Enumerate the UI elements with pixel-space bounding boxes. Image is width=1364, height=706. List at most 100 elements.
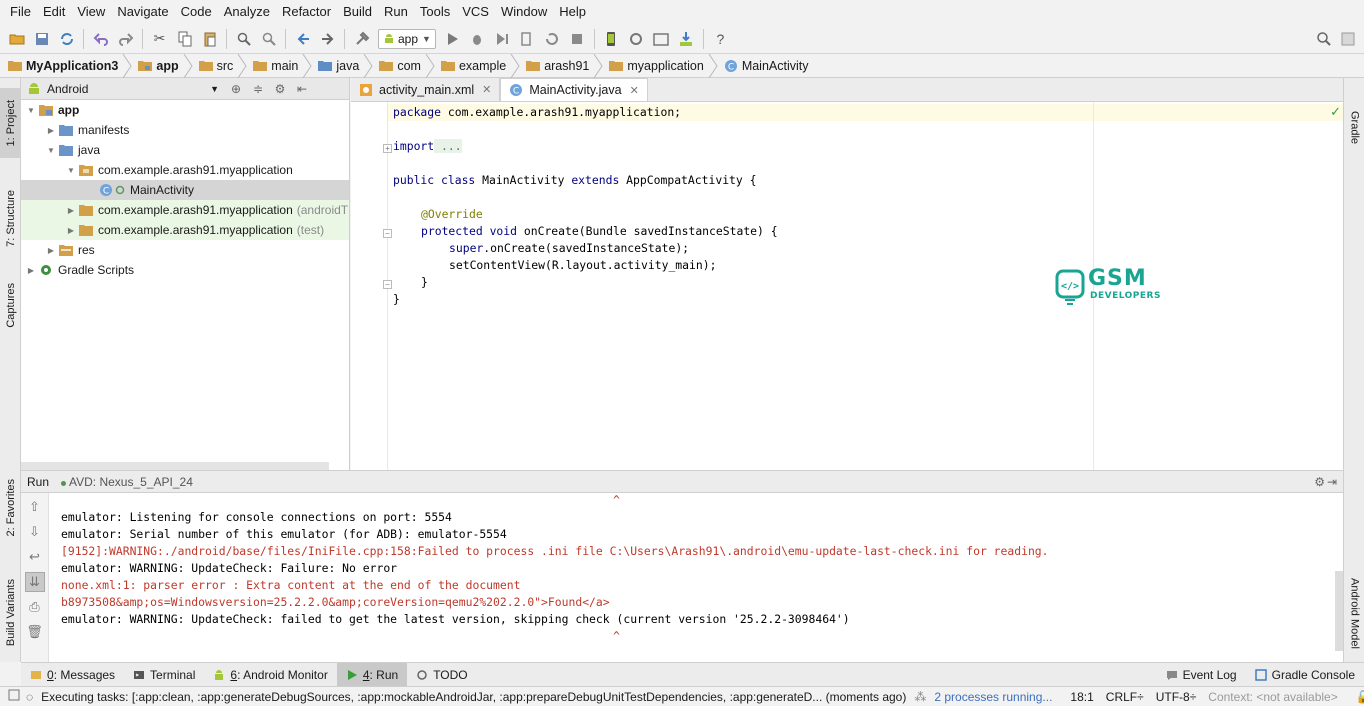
- project-view-select[interactable]: Android ▼: [27, 82, 225, 96]
- tree-item-package[interactable]: ▼ com.example.arash91.myapplication: [21, 160, 349, 180]
- tree-item-package-test[interactable]: ▶ com.example.arash91.myapplication (tes…: [21, 220, 349, 240]
- sdk-manager-icon[interactable]: [675, 28, 697, 50]
- menu-navigate[interactable]: Navigate: [111, 0, 174, 24]
- gradle-sync-icon[interactable]: [625, 28, 647, 50]
- forward-icon[interactable]: [317, 28, 339, 50]
- code-editor[interactable]: + − − package com.example.arash91.myappl…: [351, 102, 1343, 470]
- menu-edit[interactable]: Edit: [37, 0, 71, 24]
- menu-refactor[interactable]: Refactor: [276, 0, 337, 24]
- soft-wrap-icon[interactable]: ↩: [25, 547, 45, 567]
- tree-item-res[interactable]: ▶ res: [21, 240, 349, 260]
- tab-favorites[interactable]: 2: Favorites: [0, 473, 21, 543]
- tab-captures[interactable]: Captures: [0, 273, 21, 338]
- clear-all-icon[interactable]: 🗑: [25, 622, 45, 642]
- panel-toggle-icon[interactable]: [0, 689, 24, 704]
- coverage-icon[interactable]: [491, 28, 513, 50]
- menu-file[interactable]: File: [4, 0, 37, 24]
- tree-item-app[interactable]: ▼ app: [21, 100, 349, 120]
- menu-vcs[interactable]: VCS: [456, 0, 495, 24]
- tab-todo[interactable]: TODO: [407, 663, 476, 687]
- tree-item-package-androidtest[interactable]: ▶ com.example.arash91.myapplication (and…: [21, 200, 349, 220]
- breadcrumb-item[interactable]: src: [197, 53, 252, 78]
- vertical-scrollbar[interactable]: [1335, 571, 1343, 651]
- menu-code[interactable]: Code: [175, 0, 218, 24]
- gear-icon[interactable]: ⚙: [269, 78, 291, 100]
- hide-panel-icon[interactable]: ⇤: [291, 78, 313, 100]
- tab-gradle-console[interactable]: Gradle Console: [1246, 663, 1364, 687]
- help-icon[interactable]: ?: [709, 28, 731, 50]
- apply-changes-icon[interactable]: [541, 28, 563, 50]
- replace-icon[interactable]: [258, 28, 280, 50]
- expand-arrow-icon[interactable]: ▶: [43, 126, 59, 135]
- line-separator[interactable]: CRLF÷: [1100, 690, 1150, 704]
- run-icon[interactable]: [441, 28, 463, 50]
- back-icon[interactable]: [292, 28, 314, 50]
- menu-tools[interactable]: Tools: [414, 0, 456, 24]
- tab-activity-main-xml[interactable]: activity_main.xml ✕: [351, 78, 501, 101]
- run-config-select[interactable]: app ▼: [378, 28, 436, 49]
- menu-window[interactable]: Window: [495, 0, 553, 24]
- menu-help[interactable]: Help: [553, 0, 592, 24]
- open-folder-icon[interactable]: [6, 28, 28, 50]
- expand-arrow-icon[interactable]: ▶: [23, 266, 39, 275]
- tree-item-gradle-scripts[interactable]: ▶ Gradle Scripts: [21, 260, 349, 280]
- tab-android-model[interactable]: Android Model: [1344, 568, 1364, 658]
- menu-analyze[interactable]: Analyze: [218, 0, 276, 24]
- breadcrumb-item[interactable]: example: [439, 53, 524, 78]
- layout-icon[interactable]: [1337, 28, 1359, 50]
- save-all-icon[interactable]: [31, 28, 53, 50]
- tree-item-manifests[interactable]: ▶ manifests: [21, 120, 349, 140]
- gear-icon[interactable]: ⚙: [1314, 475, 1325, 489]
- menu-run[interactable]: Run: [378, 0, 414, 24]
- expand-arrow-icon[interactable]: ▶: [43, 246, 59, 255]
- tree-item-java[interactable]: ▼ java: [21, 140, 349, 160]
- breadcrumb-item[interactable]: arash91: [524, 53, 607, 78]
- attach-debugger-icon[interactable]: [516, 28, 538, 50]
- tree-item-mainactivity[interactable]: C MainActivity: [21, 180, 349, 200]
- expand-arrow-icon[interactable]: ▼: [43, 146, 59, 155]
- expand-arrow-icon[interactable]: ▶: [63, 226, 79, 235]
- breadcrumb-item[interactable]: C MainActivity: [722, 54, 813, 78]
- redo-icon[interactable]: [115, 28, 137, 50]
- processes-link[interactable]: 2 processes running...: [928, 690, 1058, 704]
- breadcrumb-item[interactable]: com: [377, 53, 439, 78]
- console-output[interactable]: ^ emulator: Listening for console connec…: [61, 493, 1331, 663]
- tab-build-variants[interactable]: Build Variants: [0, 568, 21, 658]
- print-icon[interactable]: ⎙: [25, 597, 45, 617]
- expand-arrow-icon[interactable]: ▼: [23, 106, 39, 115]
- project-structure-icon[interactable]: [650, 28, 672, 50]
- avd-manager-icon[interactable]: [600, 28, 622, 50]
- scroll-to-end-icon[interactable]: ⇊: [24, 572, 45, 592]
- target-icon[interactable]: ⊕: [225, 78, 247, 100]
- expand-arrow-icon[interactable]: ▼: [63, 166, 79, 175]
- collapse-all-icon[interactable]: ≑: [247, 78, 269, 100]
- find-icon[interactable]: [233, 28, 255, 50]
- scroll-up-icon[interactable]: ⇧: [25, 497, 45, 517]
- breadcrumb-item[interactable]: MyApplication3: [6, 53, 136, 78]
- close-icon[interactable]: ✕: [630, 84, 639, 97]
- tab-android-monitor[interactable]: 6: Android Monitor: [204, 663, 336, 687]
- breadcrumb-item[interactable]: app: [136, 53, 196, 78]
- tab-messages[interactable]: 0: Messages: [21, 663, 124, 687]
- sync-icon[interactable]: [56, 28, 78, 50]
- breadcrumb-item[interactable]: java: [316, 53, 377, 78]
- minimize-icon[interactable]: ⇥: [1327, 475, 1337, 489]
- scroll-down-icon[interactable]: ⇩: [25, 522, 45, 542]
- horizontal-scrollbar[interactable]: [21, 462, 329, 470]
- file-encoding[interactable]: UTF-8÷: [1150, 690, 1203, 704]
- tab-structure[interactable]: 7: Structure: [0, 178, 21, 258]
- close-icon[interactable]: ✕: [482, 83, 491, 96]
- make-project-icon[interactable]: [351, 28, 373, 50]
- tab-terminal[interactable]: Terminal: [124, 663, 204, 687]
- menu-build[interactable]: Build: [337, 0, 378, 24]
- debug-icon[interactable]: [466, 28, 488, 50]
- search-everywhere-icon[interactable]: [1313, 28, 1335, 50]
- tab-mainactivity-java[interactable]: C MainActivity.java ✕: [500, 78, 648, 101]
- lock-icon[interactable]: 🔓: [1350, 690, 1364, 704]
- breadcrumb-item[interactable]: myapplication: [607, 53, 721, 78]
- breadcrumb-item[interactable]: main: [251, 53, 316, 78]
- expand-arrow-icon[interactable]: ▶: [63, 206, 79, 215]
- cut-icon[interactable]: ✂: [149, 28, 171, 50]
- tab-project[interactable]: 1: Project: [0, 88, 21, 158]
- tab-gradle[interactable]: Gradle: [1344, 98, 1364, 158]
